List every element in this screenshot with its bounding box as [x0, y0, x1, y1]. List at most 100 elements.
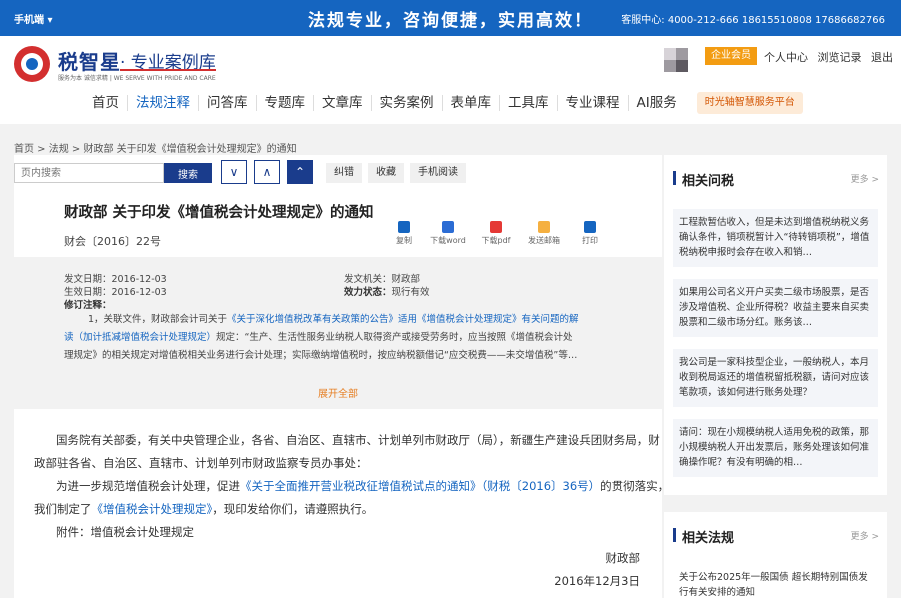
section-bar — [673, 528, 676, 542]
note-text: 1，关联文件，财政部会计司关于 — [88, 314, 228, 325]
favorite-button[interactable]: 收藏 — [368, 163, 404, 183]
status-row: 效力状态：现行有效 — [344, 284, 430, 298]
rules-link[interactable]: 《增值税会计处理规定》 — [92, 502, 213, 516]
related-qa-panel: 相关问税 更多 > 工程款暂估收入，但是未达到增值税纳税义务确认条件，销项税暂计… — [664, 155, 887, 495]
mobile-read-button[interactable]: 手机阅读 — [410, 163, 466, 183]
signer: 财政部 — [605, 551, 641, 565]
nav-home[interactable]: 首页 — [92, 95, 127, 111]
top-bar: 手机端 ▾ 法规专业，咨询便捷，实用高效！ 客服中心: 4000-212-666… — [0, 0, 901, 36]
logo-name[interactable]: 税智星 — [58, 46, 121, 75]
note-line-1: 1，关联文件，财政部会计司关于《关于深化增值税改革有关政策的公告》适用《增值税会… — [64, 311, 634, 329]
platform-button[interactable]: 时光轴智慧服务平台 — [696, 92, 803, 114]
related-law-more[interactable]: 更多 > — [851, 529, 879, 542]
note-line-2: 读（加计抵减增值税会计处理规定）规定：“生产、生活性服务业纳税人取得资产或接受劳… — [64, 329, 634, 347]
related-law-header: 相关法规 更多 > — [664, 512, 887, 558]
nav-courses[interactable]: 专业课程 — [556, 95, 628, 111]
body-para-1-line-2: 政部驻各省、自治区、直辖市、计划单列市财政监察专员办事处： — [34, 456, 368, 470]
nav-topics[interactable]: 专题库 — [255, 95, 314, 111]
nav-forms[interactable]: 表单库 — [441, 95, 500, 111]
print-label: 打印 — [582, 236, 598, 245]
main-nav: 首页 法规注释 问答库 专题库 文章库 实务案例 表单库 工具库 专业课程 AI… — [92, 92, 803, 114]
print-action[interactable]: 打印 — [570, 221, 610, 246]
related-law-panel: 相关法规 更多 > 关于公布2025年一般国债 超长期特别国债发行有关安排的通知 — [664, 512, 887, 598]
logo-tagline: 服务为本 诚信求精 | WE SERVE WITH PRIDE AND CARE — [58, 75, 216, 82]
download-word-label: 下载word — [430, 236, 466, 245]
copy-label: 复制 — [396, 236, 412, 245]
mail-icon — [538, 221, 550, 233]
nav-law-notes[interactable]: 法规注释 — [127, 95, 198, 111]
nav-cases[interactable]: 实务案例 — [370, 95, 442, 111]
nav-ai[interactable]: AI服务 — [627, 95, 685, 111]
doc-meta: 发文日期：2016-12-03 发文机关：财政部 生效日期：2016-12-03… — [14, 257, 662, 409]
correct-button[interactable]: 纠错 — [326, 163, 362, 183]
word-icon — [442, 221, 454, 233]
user-center-link[interactable]: 个人中心 — [764, 51, 808, 64]
issue-date-row: 发文日期：2016-12-03 — [64, 271, 167, 285]
doc-toolbar: 搜索 ∨ ∧ ⌃ 纠错 收藏 手机阅读 — [14, 155, 662, 191]
law-item[interactable]: 关于公布2025年一般国债 超长期特别国债发行有关安排的通知 — [673, 566, 878, 598]
expand-all-button[interactable]: 展开全部 — [14, 385, 662, 400]
print-icon — [584, 221, 596, 233]
note-text: 规定：“生产、生活性服务业纳税人取得资产或接受劳务时，应当按照《增值税会计处 — [216, 332, 573, 343]
breadcrumb: 首页 > 法规 > 财政部 关于印发《增值税会计处理规定》的通知 — [14, 144, 297, 155]
vip-badge[interactable]: 企业会员 — [705, 47, 757, 65]
effective-date: 2016-12-03 — [111, 287, 167, 298]
authority-row: 发文机关：财政部 — [344, 271, 420, 285]
status-value: 现行有效 — [391, 287, 430, 298]
qa-item[interactable]: 我公司是一家科技型企业，一般纳税人，本月收到税局返还的增值税留抵税额，请问对应该… — [673, 349, 878, 407]
attachment-line: 附件：增值税会计处理规定 — [56, 525, 194, 539]
qa-item[interactable]: 工程款暂估收入，但是未达到增值税纳税义务确认条件，销项税暂计入“待转销项税”，增… — [673, 209, 878, 267]
effective-date-row: 生效日期：2016-12-03 — [64, 284, 167, 298]
related-qa-title: 相关问税 — [682, 174, 735, 189]
user-links: 个人中心 浏览记录 退出 — [764, 49, 899, 65]
body-para-1-line-1: 国务院有关部委，有关中央管理企业，各省、自治区、直辖市、计划单列市财政厅（局），… — [56, 433, 660, 447]
copy-icon — [398, 221, 410, 233]
notice-link[interactable]: 《关于全面推开营业税改征增值税试点的通知》（财税〔2016〕36号） — [240, 479, 600, 493]
pdf-icon — [490, 221, 502, 233]
qa-item[interactable]: 请问：现在小规模纳税人适用免税的政策，那小规模纳税人开出发票后，账务处理该如何准… — [673, 419, 878, 477]
prev-match-button[interactable]: ∧ — [254, 160, 280, 184]
doc-header: 财政部 关于印发《增值税会计处理规定》的通知 财会〔2016〕22号 复制 下载… — [14, 191, 662, 257]
related-law-title: 相关法规 — [682, 531, 735, 546]
related-qa-more[interactable]: 更多 > — [851, 172, 879, 185]
copy-action[interactable]: 复制 — [384, 221, 424, 246]
note-line-3: 理规定》的相关规定对增值税相关业务进行会计处理；实际缴纳增值税时，按应纳税额借记… — [64, 350, 578, 361]
next-match-button[interactable]: ∨ — [221, 160, 247, 184]
related-qa-header: 相关问税 更多 > — [664, 155, 887, 201]
sign-date: 2016年12月3日 — [554, 574, 640, 588]
section-bar — [673, 171, 676, 185]
logout-link[interactable]: 退出 — [871, 51, 893, 64]
nav-tools[interactable]: 工具库 — [499, 95, 557, 111]
search-button[interactable]: 搜索 — [164, 163, 212, 183]
revision-label: 修订注释： — [64, 300, 112, 311]
download-word-action[interactable]: 下载word — [428, 221, 468, 246]
nav-qa[interactable]: 问答库 — [198, 95, 256, 111]
revision-label-row: 修订注释： — [64, 297, 112, 311]
download-pdf-label: 下载pdf — [481, 236, 511, 245]
logo-icon[interactable] — [14, 46, 50, 82]
main-panel: 搜索 ∨ ∧ ⌃ 纠错 收藏 手机阅读 财政部 关于印发《增值税会计处理规定》的… — [14, 155, 669, 598]
hotline: 客服中心: 4000-212-666 18615510808 176866827… — [621, 15, 885, 26]
doc-title: 财政部 关于印发《增值税会计处理规定》的通知 — [64, 205, 374, 221]
send-email-action[interactable]: 发送邮箱 — [524, 221, 564, 246]
body-text: ，现印发给你们，请遵照执行。 — [212, 502, 374, 516]
page-search-input[interactable] — [14, 163, 164, 183]
body-para-2-line-1: 为进一步规范增值税会计处理，促进《关于全面推开营业税改征增值税试点的通知》（财税… — [56, 475, 669, 498]
send-email-label: 发送邮箱 — [528, 236, 560, 245]
revision-note: 1，关联文件，财政部会计司关于《关于深化增值税改革有关政策的公告》适用《增值税会… — [64, 311, 634, 365]
doc-number: 财会〔2016〕22号 — [64, 235, 161, 248]
site-header: 税智星 · 专业案例库 服务为本 诚信求精 | WE SERVE WITH PR… — [0, 36, 901, 124]
download-pdf-action[interactable]: 下载pdf — [476, 221, 516, 246]
body-text: 为进一步规范增值税会计处理，促进 — [56, 479, 240, 493]
body-text: 的贯彻落实， — [600, 479, 670, 493]
qa-item[interactable]: 如果用公司名义开户买卖二级市场股票，是否涉及增值税、企业所得税？收益主要来自买卖… — [673, 279, 878, 337]
avatar[interactable] — [664, 48, 688, 72]
history-link[interactable]: 浏览记录 — [818, 51, 862, 64]
related-doc-link[interactable]: 《关于深化增值税改革有关政策的公告》适用《增值税会计处理规定》有关问题的解 — [227, 314, 579, 325]
body-text: 我们制定了 — [34, 502, 92, 516]
back-to-top-button[interactable]: ⌃ — [287, 160, 313, 184]
status-label: 效力状态： — [344, 287, 392, 298]
nav-articles[interactable]: 文章库 — [313, 95, 371, 111]
related-doc-link-cont[interactable]: 读（加计抵减增值税会计处理规定） — [64, 332, 216, 343]
body-para-2-line-2: 我们制定了《增值税会计处理规定》，现印发给你们，请遵照执行。 — [34, 498, 373, 521]
